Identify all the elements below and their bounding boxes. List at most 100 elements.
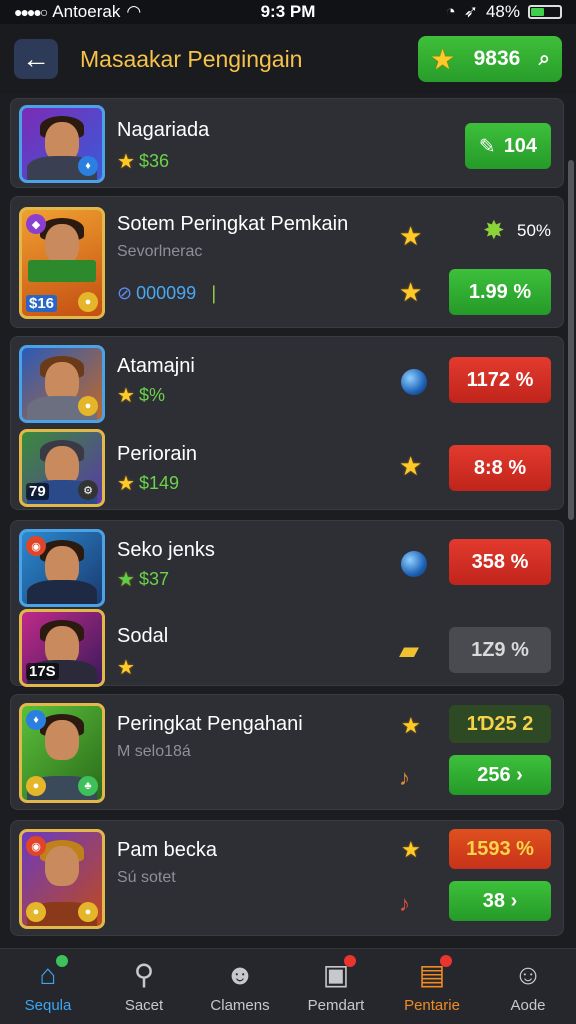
shield-badge-icon: ♦ bbox=[26, 710, 46, 730]
scrollbar[interactable] bbox=[568, 160, 574, 520]
magnifier-icon: ⚲ bbox=[133, 959, 155, 990]
star-icon: ★ bbox=[401, 837, 421, 862]
star-icon: ★ bbox=[117, 657, 135, 679]
player-score: ★ $36 bbox=[117, 151, 169, 173]
nav-item-search[interactable]: ⚲ Sacet bbox=[96, 949, 192, 1024]
coin-icon: ● bbox=[78, 292, 98, 312]
avatar: 17S bbox=[19, 609, 105, 687]
status-time: 9:3 PM bbox=[260, 2, 316, 21]
back-button[interactable]: ← bbox=[14, 39, 58, 79]
nav-item-events[interactable]: ▣ Pemdart bbox=[288, 949, 384, 1024]
star-icon: ★ bbox=[399, 277, 423, 307]
score-pill-top[interactable]: 1Ɗ25 2 bbox=[449, 705, 551, 743]
star-icon: ★ bbox=[117, 473, 135, 495]
star-icon: ★ bbox=[430, 43, 456, 75]
star-icon: ★ bbox=[117, 385, 135, 407]
avatar: ♦ bbox=[19, 105, 105, 183]
coin-search-button[interactable]: ★ 9836 ⌕ bbox=[418, 36, 562, 82]
avatar: 79 ⚙ bbox=[19, 429, 105, 507]
avatar-badge: 17S bbox=[26, 663, 59, 680]
player-code: ⊘ 000099 ❘ bbox=[117, 283, 222, 303]
score-pill[interactable]: 358 % bbox=[449, 539, 551, 585]
list-item-group: ◉ Seko jenks ★ $37 358 % 17S Sodal ★ ▰ 1Z… bbox=[10, 520, 564, 687]
nav-item-clans[interactable]: ☻ Clamens bbox=[192, 949, 288, 1024]
settings-icon: ⚙ bbox=[78, 480, 98, 500]
avatar: ◉ bbox=[19, 529, 105, 607]
hammer-icon: ♪ bbox=[399, 765, 410, 790]
score-pill[interactable]: 38 › bbox=[449, 881, 551, 921]
player-name: Periorain bbox=[117, 443, 198, 465]
star-icon: ★ bbox=[399, 451, 423, 481]
extra-value: 50% bbox=[517, 221, 552, 240]
orb-icon bbox=[401, 369, 427, 395]
score-pill-top[interactable]: 1593 % bbox=[449, 829, 551, 869]
home-icon: ⌂ bbox=[39, 959, 57, 990]
compass-icon: ⊘ bbox=[117, 283, 133, 303]
star-icon: ★ bbox=[401, 713, 421, 738]
player-name: Nagariada bbox=[117, 119, 210, 141]
alarm-icon: ◔ bbox=[445, 2, 456, 21]
signal-icon: ●●●●○ bbox=[14, 4, 48, 20]
sparkle-icon: ✸ bbox=[483, 215, 505, 245]
star-icon: ★ bbox=[117, 569, 135, 591]
battery-icon bbox=[528, 5, 562, 19]
battery-percent: 48% bbox=[485, 2, 520, 21]
carrier-label: Antoerak bbox=[52, 2, 121, 21]
hammer-icon: ♪ bbox=[399, 891, 410, 916]
player-score: ★ $149 bbox=[117, 473, 179, 495]
score-pill[interactable]: 1.99 % bbox=[449, 269, 551, 315]
player-name: Sodal bbox=[117, 625, 169, 647]
avatar-badge: $16 bbox=[26, 295, 58, 312]
score-pill[interactable]: 256 › bbox=[449, 755, 551, 795]
player-score: ★ bbox=[117, 655, 135, 680]
score-pill[interactable]: 1Z9 % bbox=[449, 627, 551, 673]
player-name: Sotem Peringkat Pemkain bbox=[117, 213, 349, 235]
avatar: ◆ $16 ● bbox=[19, 207, 105, 319]
coin-icon: ● bbox=[78, 396, 98, 416]
nav-item-shop[interactable]: ▤ Pentarie bbox=[384, 949, 480, 1024]
score-pill[interactable]: ✎ 104 bbox=[465, 123, 551, 169]
list-item[interactable]: ◆ $16 ● Sotem Peringkat Pemkain Sevorlne… bbox=[10, 196, 564, 328]
player-name: Atamajni bbox=[117, 355, 195, 377]
status-bar: ●●●●○ Antoerak ◠ 9:3 PM ◔ ➶ 48% bbox=[0, 0, 576, 24]
pencil-icon: ✎ bbox=[478, 135, 496, 158]
player-score: ★ $37 bbox=[117, 569, 169, 591]
gem-icon: ◆ bbox=[26, 214, 46, 234]
player-name: Peringkat Pengahani bbox=[117, 713, 303, 735]
avatar: ◉ ● ● bbox=[19, 829, 105, 929]
bottom-nav: ⌂ Sequla ⚲ Sacet ☻ Clamens ▣ Pemdart ▤ P… bbox=[0, 948, 576, 1024]
player-subtitle: Sú sotet bbox=[117, 869, 176, 886]
list-item-group: ● Atamajni ★ $% 1172 % 79 ⚙ Periorain ★ $1… bbox=[10, 336, 564, 510]
player-score: ★ $% bbox=[117, 385, 165, 407]
app-header: ← Masaakar Pengingain ★ 9836 ⌕ bbox=[0, 24, 576, 94]
nav-item-profile[interactable]: ☺ Aode bbox=[480, 949, 576, 1024]
coin-icon: ● bbox=[26, 776, 46, 796]
score-pill[interactable]: 8:8 % bbox=[449, 445, 551, 491]
fire-badge-icon: ◉ bbox=[26, 536, 46, 556]
search-icon: ⌕ bbox=[538, 47, 550, 70]
wifi-icon: ◠ bbox=[126, 2, 142, 21]
group-icon: ☻ bbox=[225, 959, 255, 990]
avatar-badge: 79 bbox=[26, 483, 49, 500]
fire-badge-icon: ◉ bbox=[26, 836, 46, 856]
avatar: ♦ ● ♣ bbox=[19, 703, 105, 803]
page-title: Masaakar Pengingain bbox=[80, 45, 303, 72]
nav-item-home[interactable]: ⌂ Sequla bbox=[0, 949, 96, 1024]
player-subtitle: M selo18á bbox=[117, 743, 191, 760]
arrow-left-icon: ← bbox=[22, 43, 50, 74]
coin-icon: ● bbox=[78, 902, 98, 922]
leaf-icon: ❘ bbox=[206, 283, 222, 303]
player-name: Pam becka bbox=[117, 839, 218, 861]
avatar: ● bbox=[19, 345, 105, 423]
list-item[interactable]: ◉ ● ● Pam becka Sú sotet ★ 1593 % ♪ 38 › bbox=[10, 820, 564, 936]
coin-icon: ● bbox=[26, 902, 46, 922]
score-pill[interactable]: 1172 % bbox=[449, 357, 551, 403]
chest-icon: ▰ bbox=[399, 635, 419, 665]
location-icon: ➶ bbox=[463, 2, 478, 21]
person-icon: ☺ bbox=[513, 959, 543, 990]
list-item[interactable]: ♦ ● ♣ Peringkat Pengahani M selo18á ★ 1Ɗ… bbox=[10, 694, 564, 810]
list-item[interactable]: ♦ Nagariada ★ $36 ✎ 104 bbox=[10, 98, 564, 188]
player-subtitle: Sevorlnerac bbox=[117, 243, 203, 260]
orb-icon bbox=[401, 551, 427, 577]
player-name: Seko jenks bbox=[117, 539, 215, 561]
